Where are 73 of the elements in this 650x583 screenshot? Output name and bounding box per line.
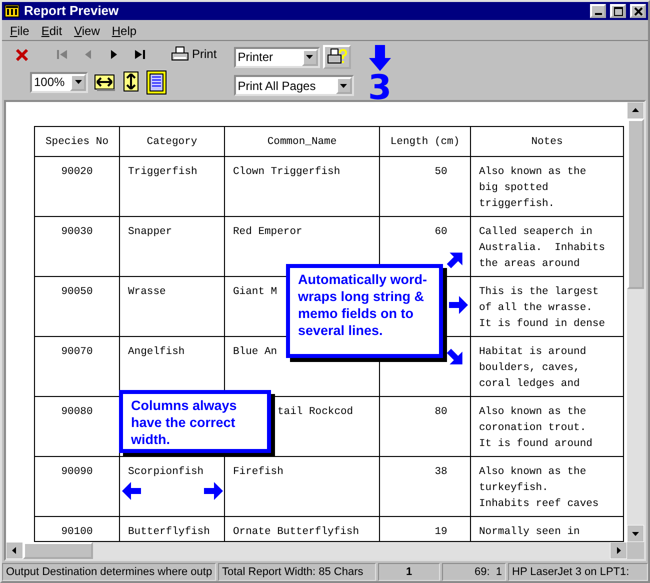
- printer-dropdown[interactable]: Printer: [234, 46, 320, 68]
- fit-width-icon[interactable]: [94, 73, 116, 91]
- table-cell: 19: [380, 516, 470, 542]
- status-panel: 1: [378, 562, 440, 582]
- table-cell: 90090: [34, 456, 120, 516]
- print-button[interactable]: Print: [168, 45, 220, 63]
- table-cell: Normally seen in: [470, 516, 624, 542]
- column-header: Category: [120, 126, 224, 156]
- first-page-icon: [55, 48, 69, 60]
- table-cell: Called seaperch in Australia. Inhabits the areas around: [470, 216, 624, 276]
- table-cell: 90070: [34, 336, 120, 396]
- zoom-dropdown[interactable]: 100%: [30, 72, 88, 92]
- arrow-icon: [204, 481, 224, 501]
- minimize-icon: [594, 13, 602, 15]
- menu-item[interactable]: Edit: [41, 22, 62, 38]
- close-icon: [15, 48, 29, 60]
- caret-icon: [340, 84, 348, 88]
- column-header: Species No: [34, 126, 120, 156]
- close-icon: [634, 6, 642, 16]
- scrollbar-corner: [627, 542, 644, 559]
- horizontal-scrollbar[interactable]: [6, 542, 644, 559]
- scroll-down-icon[interactable]: [627, 524, 644, 542]
- table-cell: 90050: [34, 276, 120, 336]
- menu-item[interactable]: View: [74, 22, 100, 38]
- table-cell: Clown Triggerfish: [224, 156, 380, 216]
- vertical-scrollbar[interactable]: [627, 102, 644, 542]
- last-page-icon: [133, 48, 147, 60]
- table-cell: 50: [380, 156, 470, 216]
- window-title: Report Preview: [24, 2, 119, 20]
- status-panel: 69: 1: [442, 562, 506, 582]
- table-cell: 90100: [34, 516, 120, 542]
- table-cell: 90020: [34, 156, 120, 216]
- table-cell: This is the largest of all the wrasse. It is found in dense: [470, 276, 624, 336]
- status-panel: Total Report Width: 85 Chars: [218, 562, 376, 582]
- table-cell: Wrasse: [120, 276, 224, 336]
- pages-dropdown[interactable]: Print All Pages: [234, 75, 354, 96]
- printer-icon: [171, 46, 189, 62]
- scroll-up-icon[interactable]: [627, 102, 644, 119]
- table-cell: 38: [380, 456, 470, 516]
- table-cell: Also known as the coronation trout. It is found around: [470, 396, 624, 456]
- maximize-icon: [614, 6, 622, 16]
- menu-item[interactable]: File: [10, 22, 30, 38]
- page-icon[interactable]: [146, 69, 168, 95]
- arrow-icon: [449, 295, 469, 315]
- arrow-icon: [121, 481, 141, 501]
- down-arrow-icon: [368, 45, 391, 71]
- table-cell: Triggerfish: [120, 156, 224, 216]
- table-cell: Habitat is around boulders, caves, coral ledges and: [470, 336, 624, 396]
- column-header: Notes: [470, 126, 624, 156]
- table-cell: Also known as the turkeyfish. Inhabits reef caves: [470, 456, 624, 516]
- scroll-right-icon[interactable]: [610, 542, 627, 559]
- table-cell: Butterflyfish: [120, 516, 224, 542]
- menu-item[interactable]: Help: [112, 22, 137, 38]
- table-cell: Also known as the big spotted triggerfish.: [470, 156, 624, 216]
- table-cell: 80: [380, 396, 470, 456]
- page-number-label: 3: [368, 71, 392, 105]
- fit-height-icon[interactable]: [122, 71, 140, 93]
- status-panel: HP LaserJet 3 on LPT1:: [508, 562, 648, 582]
- column-header: Common_Name: [224, 126, 380, 156]
- table-cell: Snapper: [120, 216, 224, 276]
- table-cell: Ornate Butterflyfish: [224, 516, 380, 542]
- app-icon: [4, 4, 20, 18]
- maximize-button[interactable]: [610, 4, 626, 18]
- column-header: Length (cm): [380, 126, 470, 156]
- status-panel: Output Destination determines where outp: [2, 562, 216, 582]
- printer-help-icon: [326, 48, 347, 66]
- printer-setup-button[interactable]: [322, 45, 351, 69]
- caret-icon: [306, 55, 314, 59]
- caret-icon: [74, 80, 82, 84]
- minimize-button[interactable]: [590, 4, 606, 18]
- scroll-left-icon[interactable]: [6, 542, 23, 559]
- table-cell: 90030: [34, 216, 120, 276]
- close-button[interactable]: [630, 4, 646, 18]
